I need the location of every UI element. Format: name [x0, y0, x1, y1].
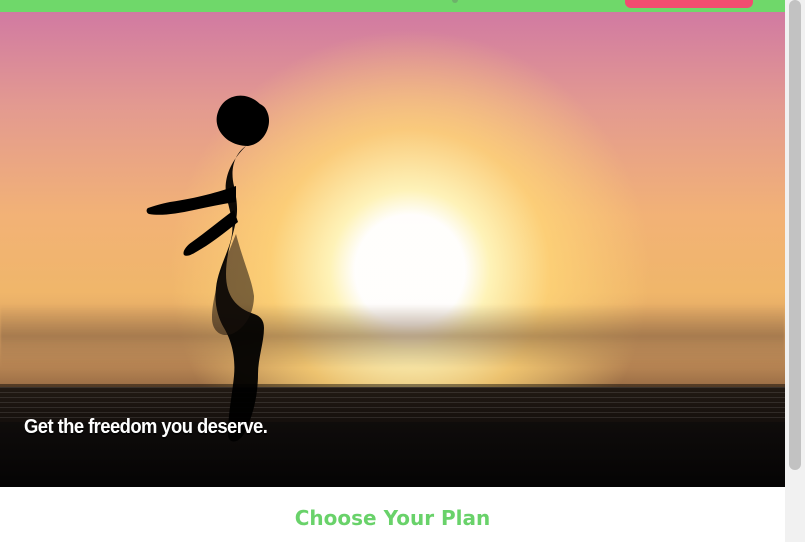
section-title-choose-plan: Choose Your Plan: [294, 506, 491, 530]
page-scrollbar[interactable]: [785, 0, 805, 542]
hero-banner: Get the freedom you deserve.: [0, 12, 785, 487]
woman-silhouette: [146, 95, 270, 442]
hero-caption: Get the freedom you deserve.: [24, 416, 268, 438]
scrollbar-thumb[interactable]: [789, 0, 801, 470]
nav-indicator-dot: [452, 0, 458, 3]
signup-button[interactable]: [625, 0, 753, 8]
landing-page: Get the freedom you deserve. Choose Your…: [0, 0, 785, 542]
horizon-clouds: [0, 304, 785, 368]
